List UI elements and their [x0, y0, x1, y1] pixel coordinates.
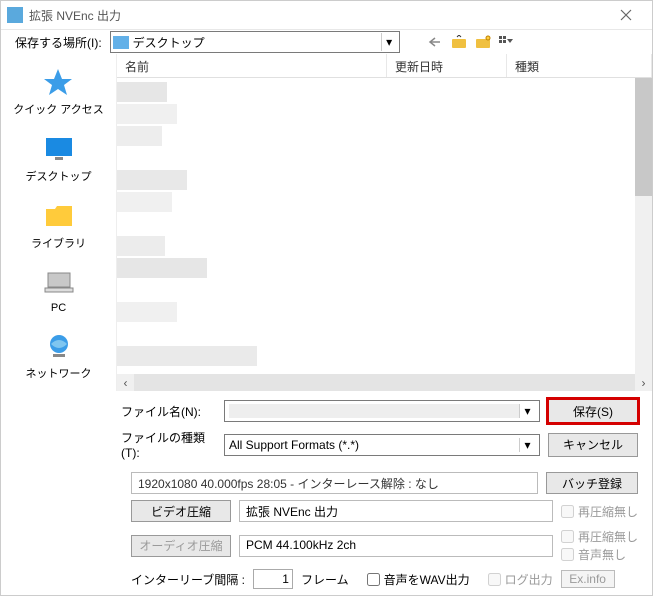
list-item[interactable]	[117, 104, 177, 124]
no-recompress-check[interactable]: 再圧縮無し	[561, 503, 638, 520]
back-button[interactable]	[426, 33, 444, 51]
file-list: 名前 更新日時 種類 ‹ ›	[116, 54, 652, 391]
pc-icon	[43, 267, 75, 299]
cancel-button[interactable]: キャンセル	[548, 433, 638, 457]
filename-input[interactable]: ▾	[224, 400, 540, 422]
col-date[interactable]: 更新日時	[387, 54, 507, 77]
vertical-scrollbar[interactable]	[635, 78, 652, 374]
sidebar-item-label: ネットワーク	[26, 365, 92, 381]
save-in-label: 保存する場所(I):	[15, 34, 102, 51]
sidebar-item-label: ライブラリ	[31, 235, 86, 251]
filetype-label: ファイルの種類(T):	[121, 429, 216, 460]
audio-compress-button: オーディオ圧縮	[131, 535, 231, 557]
list-item[interactable]	[117, 192, 172, 212]
up-folder-button[interactable]	[450, 33, 468, 51]
batch-register-button[interactable]: バッチ登録	[546, 472, 638, 494]
horizontal-scrollbar[interactable]: ‹ ›	[117, 374, 652, 391]
sidebar-item-network[interactable]: ネットワーク	[26, 330, 92, 381]
view-menu-button[interactable]	[498, 33, 516, 51]
status-info: 1920x1080 40.000fps 28:05 - インターレース解除 : …	[131, 472, 538, 494]
folder-icon	[43, 200, 75, 232]
body: クイック アクセス デスクトップ ライブラリ PC ネットワーク 名前	[1, 54, 652, 391]
filename-label: ファイル名(N):	[121, 403, 216, 420]
location-text: デスクトップ	[133, 34, 381, 51]
list-item[interactable]	[117, 258, 207, 278]
video-compress-button[interactable]: ビデオ圧縮	[131, 500, 231, 522]
desktop-icon	[113, 36, 129, 49]
filetype-value: All Support Formats (*.*)	[229, 438, 519, 452]
bottom-panel: ファイル名(N): ▾ 保存(S) ファイルの種類(T): All Suppor…	[1, 391, 652, 595]
star-icon	[42, 66, 74, 98]
column-headers: 名前 更新日時 種類	[117, 54, 652, 78]
scrollbar-track[interactable]	[134, 374, 635, 391]
scroll-right-icon[interactable]: ›	[635, 374, 652, 391]
scroll-left-icon[interactable]: ‹	[117, 374, 134, 391]
new-folder-button[interactable]	[474, 33, 492, 51]
close-button[interactable]	[606, 1, 646, 29]
window-title: 拡張 NVEnc 出力	[29, 7, 606, 24]
network-icon	[43, 330, 75, 362]
app-icon	[7, 7, 23, 23]
list-item[interactable]	[117, 236, 165, 256]
close-icon	[620, 9, 632, 21]
chevron-down-icon[interactable]: ▾	[519, 404, 535, 418]
chevron-down-icon[interactable]: ▾	[519, 438, 535, 452]
file-list-body[interactable]	[117, 78, 652, 374]
exinfo-button[interactable]: Ex.info	[561, 570, 615, 588]
save-dialog: 拡張 NVEnc 出力 保存する場所(I): デスクトップ ▾ クイック アクセ…	[0, 0, 653, 596]
nav-icons	[426, 33, 516, 51]
col-type[interactable]: 種類	[507, 54, 652, 77]
log-output-check[interactable]: ログ出力	[488, 571, 553, 588]
save-button[interactable]: 保存(S)	[548, 399, 638, 423]
toolbar: 保存する場所(I): デスクトップ ▾	[1, 30, 652, 54]
list-item[interactable]	[117, 126, 162, 146]
audio-codec-field: PCM 44.100kHz 2ch	[239, 535, 553, 557]
no-audio-check[interactable]: 音声無し	[561, 546, 638, 563]
list-item[interactable]	[117, 302, 177, 322]
titlebar: 拡張 NVEnc 出力	[1, 1, 652, 30]
sidebar-item-desktop[interactable]: デスクトップ	[26, 133, 92, 184]
interleave-label: インターリーブ間隔 :	[131, 571, 245, 588]
filetype-dropdown[interactable]: All Support Formats (*.*) ▾	[224, 434, 540, 456]
interleave-unit: フレーム	[301, 571, 349, 588]
interleave-input[interactable]	[253, 569, 293, 589]
chevron-down-icon: ▾	[381, 33, 397, 51]
list-item[interactable]	[117, 82, 167, 102]
sidebar-item-label: デスクトップ	[26, 168, 92, 184]
list-item[interactable]	[117, 170, 187, 190]
sidebar-item-label: クイック アクセス	[13, 101, 104, 117]
sidebar-item-label: PC	[51, 302, 66, 314]
filename-value	[229, 404, 519, 418]
wav-output-check[interactable]: 音声をWAV出力	[367, 571, 470, 588]
col-name[interactable]: 名前	[117, 54, 387, 77]
monitor-icon	[43, 133, 75, 165]
places-sidebar: クイック アクセス デスクトップ ライブラリ PC ネットワーク	[1, 54, 116, 391]
list-item[interactable]	[117, 346, 257, 366]
sidebar-item-pc[interactable]: PC	[43, 267, 75, 314]
location-dropdown[interactable]: デスクトップ ▾	[110, 31, 400, 53]
sidebar-item-libraries[interactable]: ライブラリ	[31, 200, 86, 251]
no-recompress-audio-check[interactable]: 再圧縮無し	[561, 528, 638, 545]
video-codec-field: 拡張 NVEnc 出力	[239, 500, 553, 522]
sidebar-item-quickaccess[interactable]: クイック アクセス	[13, 66, 104, 117]
scrollbar-thumb[interactable]	[635, 78, 652, 196]
